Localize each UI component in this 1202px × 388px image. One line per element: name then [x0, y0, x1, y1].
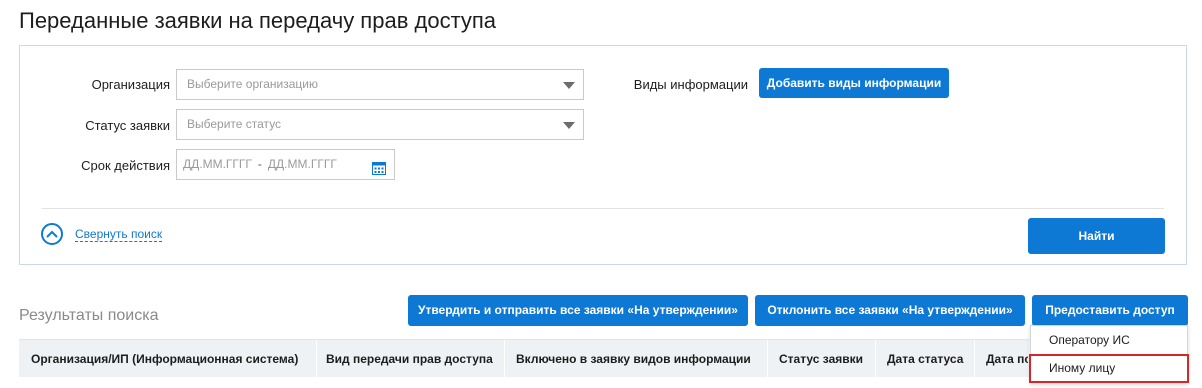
column-divider: [767, 340, 768, 378]
column-divider: [504, 340, 505, 378]
period-label: Срок действия: [81, 158, 170, 173]
column-header-status-date[interactable]: Дата статуса: [887, 340, 977, 378]
reject-all-button[interactable]: Отклонить все заявки «На утверждении»: [755, 295, 1025, 326]
results-table-header: Организация/ИП (Информационная система) …: [19, 339, 1029, 378]
grant-access-button[interactable]: Предоставить доступ: [1032, 295, 1188, 326]
approve-all-button[interactable]: Утвердить и отправить все заявки «На утв…: [408, 295, 748, 326]
date-to-field[interactable]: ДД.ММ.ГГГГ: [268, 157, 337, 171]
column-header-transfer-type[interactable]: Вид передачи прав доступа: [326, 340, 506, 378]
status-placeholder: Выберите статус: [187, 117, 282, 131]
date-separator: -: [257, 157, 262, 171]
find-button[interactable]: Найти: [1028, 218, 1165, 254]
panel-divider: [42, 208, 1164, 209]
chevron-down-icon: [563, 122, 575, 129]
column-header-status[interactable]: Статус заявки: [779, 340, 879, 378]
status-select[interactable]: Выберите статус: [176, 109, 584, 140]
menu-item-operator[interactable]: Оператору ИС: [1031, 327, 1187, 354]
date-range-input[interactable]: ДД.ММ.ГГГГ - ДД.ММ.ГГГГ: [176, 149, 395, 180]
column-header-organization[interactable]: Организация/ИП (Информационная система): [31, 340, 313, 378]
organization-label: Организация: [91, 77, 170, 92]
column-divider: [974, 340, 975, 378]
chevron-down-icon: [563, 82, 575, 89]
column-divider: [316, 340, 317, 378]
column-header-date-to[interactable]: Дата по: [986, 340, 1028, 378]
column-divider: [875, 340, 876, 378]
add-info-types-button[interactable]: Добавить виды информации: [759, 68, 949, 98]
menu-item-other-person[interactable]: Иному лицу: [1029, 354, 1189, 383]
column-header-info-count[interactable]: Включено в заявку видов информации: [516, 340, 771, 378]
collapse-up-icon[interactable]: [41, 223, 63, 245]
results-title: Результаты поиска: [19, 307, 159, 324]
organization-placeholder: Выберите организацию: [187, 77, 319, 91]
page-title: Переданные заявки на передачу прав досту…: [19, 8, 497, 33]
organization-select[interactable]: Выберите организацию: [176, 69, 584, 100]
collapse-search-link[interactable]: Свернуть поиск: [75, 227, 163, 242]
grant-access-menu: Оператору ИС Иному лицу: [1029, 325, 1189, 383]
info-types-label: Виды информации: [633, 77, 748, 92]
search-panel: Организация Выберите организацию Статус …: [19, 45, 1187, 265]
status-label: Статус заявки: [85, 118, 170, 133]
date-from-field[interactable]: ДД.ММ.ГГГГ: [183, 157, 252, 171]
calendar-icon[interactable]: [372, 157, 386, 175]
